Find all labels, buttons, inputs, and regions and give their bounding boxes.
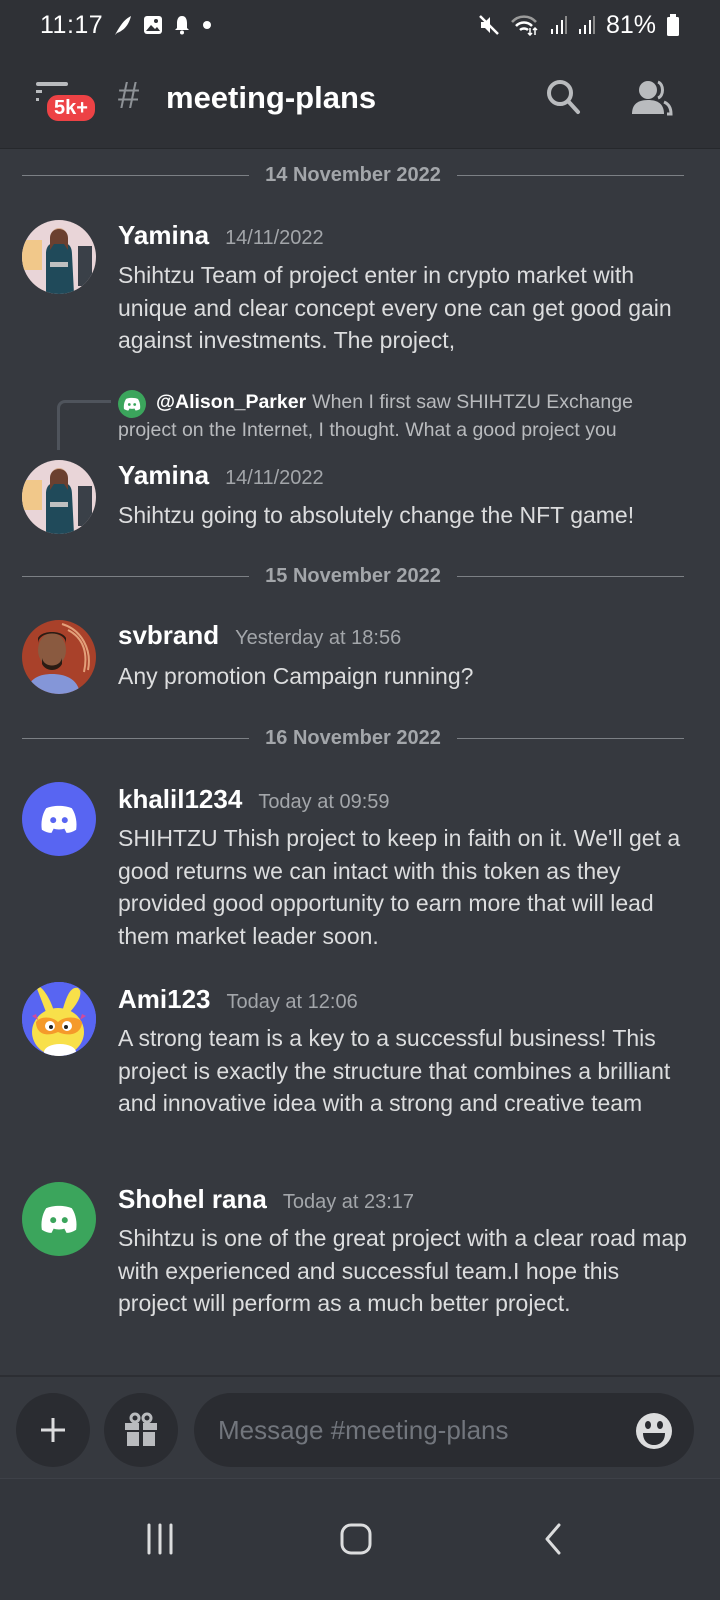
avatar[interactable] [22, 1182, 96, 1256]
divider-line [456, 737, 685, 739]
date-divider: 15 November 2022 [22, 561, 685, 591]
menu-button[interactable]: 5k+ [34, 72, 98, 124]
reply-spine [57, 400, 111, 450]
wifi-icon [510, 14, 540, 36]
add-attachment-button[interactable] [16, 1393, 90, 1467]
date-divider: 14 November 2022 [22, 160, 685, 190]
recents-button[interactable] [130, 1509, 190, 1569]
channel-title[interactable]: meeting-plans [166, 78, 376, 118]
avatar[interactable] [22, 460, 96, 534]
message-body: SHIHTZU Thish project to keep in faith o… [118, 825, 681, 949]
battery-icon [666, 13, 680, 37]
message-body: Shihtzu Team of project enter in crypto … [118, 262, 672, 353]
dot-icon [201, 19, 213, 31]
username[interactable]: khalil1234 [118, 784, 242, 815]
hamburger-icon-bar [36, 90, 42, 93]
message-composer [0, 1375, 720, 1478]
date-divider-label: 14 November 2022 [265, 163, 441, 186]
bell-icon [173, 15, 191, 35]
timestamp: Yesterday at 18:56 [235, 627, 402, 649]
user-photo-icon [22, 220, 96, 294]
gift-icon [125, 1412, 157, 1446]
message-meta: svbrand Yesterday at 18:56 [118, 620, 401, 651]
back-icon [545, 1523, 561, 1555]
divider-line [22, 575, 250, 577]
gift-button[interactable] [104, 1393, 178, 1467]
discord-logo-icon [41, 805, 77, 833]
members-icon [632, 80, 673, 116]
message-body: Shihtzu going to absolutely change the N… [118, 502, 635, 528]
timestamp: Today at 09:59 [258, 791, 390, 813]
hamburger-icon [36, 82, 68, 86]
divider-line [22, 174, 250, 176]
message-meta: Shohel rana Today at 23:17 [118, 1184, 414, 1215]
message-body: Any promotion Campaign running? [118, 663, 474, 689]
home-button[interactable] [326, 1509, 386, 1569]
recents-icon [147, 1523, 173, 1555]
status-right: 81% [478, 11, 680, 40]
timestamp: Today at 12:06 [226, 991, 358, 1013]
system-nav-bar [0, 1478, 720, 1600]
avatar[interactable] [22, 982, 96, 1056]
reply-text: @Alison_Parker When I first saw SHIHTZU E… [118, 388, 678, 444]
message-list[interactable]: 14 November 2022 Yamina 14/11/2022 Shiht… [0, 150, 720, 1375]
message-meta: khalil1234 Today at 09:59 [118, 784, 390, 815]
status-left: 11:17 [40, 11, 213, 40]
members-button[interactable] [630, 78, 674, 118]
unread-badge: 5k+ [44, 92, 98, 124]
message-meta: Yamina 14/11/2022 [118, 220, 324, 251]
username[interactable]: Yamina [118, 460, 209, 491]
status-time: 11:17 [40, 10, 104, 39]
user-photo-icon [22, 460, 96, 534]
username[interactable]: Shohel rana [118, 1184, 267, 1215]
message-meta: Yamina 14/11/2022 [118, 460, 324, 491]
timestamp: 14/11/2022 [225, 467, 324, 489]
username[interactable]: Ami123 [118, 984, 211, 1015]
image-icon [143, 15, 163, 35]
timestamp: Today at 23:17 [282, 1191, 415, 1213]
mute-icon [478, 14, 500, 36]
home-icon [340, 1523, 372, 1555]
divider-line [22, 737, 250, 739]
avatar[interactable] [22, 220, 96, 294]
timestamp: 14/11/2022 [225, 227, 324, 249]
message-input[interactable] [194, 1393, 694, 1467]
avatar[interactable] [22, 620, 96, 694]
feather-icon [113, 14, 133, 36]
emoji-icon [636, 1413, 672, 1449]
message-body: Shihtzu is one of the great project with… [118, 1225, 687, 1316]
avatar[interactable] [22, 782, 96, 856]
discord-logo-icon [41, 1205, 77, 1233]
back-button[interactable] [524, 1509, 584, 1569]
date-divider: 16 November 2022 [22, 723, 685, 753]
divider-line [456, 575, 685, 577]
user-photo-icon [22, 620, 96, 694]
hamburger-icon-bar [36, 98, 39, 101]
reply-mention[interactable]: @Alison_Parker [156, 391, 306, 413]
channel-hash-icon: # [118, 75, 140, 117]
date-divider-label: 15 November 2022 [265, 564, 441, 587]
channel-header: 5k+ # meeting-plans [0, 50, 720, 149]
signal-icon [550, 15, 568, 35]
add-icon [41, 1418, 65, 1442]
date-divider-label: 16 November 2022 [265, 726, 441, 749]
battery-percent: 81% [605, 10, 656, 39]
message-body: A strong team is a key to a successful b… [118, 1025, 671, 1116]
username[interactable]: svbrand [118, 620, 219, 651]
search-button[interactable] [544, 78, 584, 118]
emoji-button[interactable] [634, 1411, 674, 1451]
signal-icon [578, 15, 596, 35]
divider-line [456, 174, 685, 176]
message-meta: Ami123 Today at 12:06 [118, 984, 358, 1015]
bunny-avatar-icon [22, 982, 96, 1056]
search-icon [547, 80, 580, 114]
username[interactable]: Yamina [118, 220, 209, 251]
status-bar: 11:17 81% [0, 0, 720, 50]
